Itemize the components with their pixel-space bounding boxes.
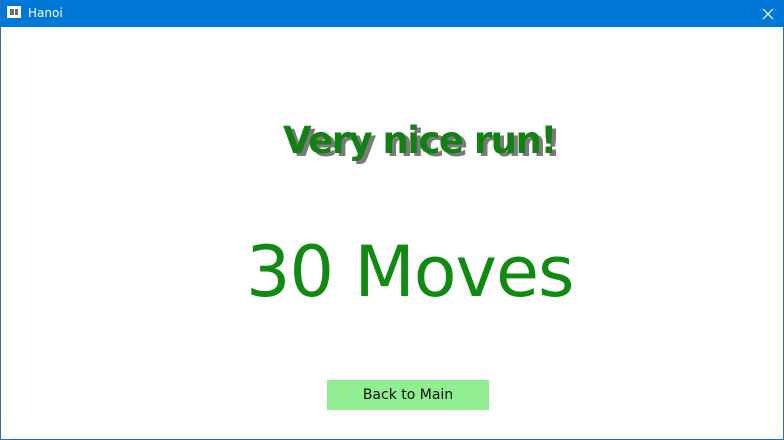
moves-count: 30 Moves [246,231,575,313]
close-button[interactable] [751,0,784,27]
window-app-icon [7,6,21,18]
back-to-main-button[interactable]: Back to Main [327,380,489,410]
app-window: Hanoi Very nice run! 30 Moves Back to Ma… [0,0,784,440]
result-screen: Very nice run! 30 Moves Back to Main [1,27,783,439]
window-title: Hanoi [28,6,63,20]
close-icon [762,8,774,19]
title-bar[interactable]: Hanoi [1,0,784,27]
result-headline: Very nice run! [283,119,557,162]
